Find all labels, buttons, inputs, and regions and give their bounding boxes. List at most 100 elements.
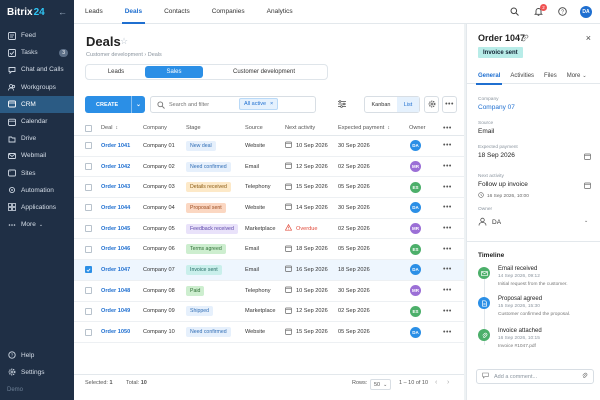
tab-deals[interactable]: Deals — [114, 0, 153, 24]
row-checkbox[interactable] — [85, 163, 92, 171]
owner-avatar[interactable]: DA — [410, 326, 421, 338]
owner-avatar[interactable]: DA — [410, 264, 421, 276]
timeline-item-note[interactable]: Invoice #1047.pdf — [498, 344, 536, 349]
owner-avatar[interactable]: MR — [410, 223, 421, 235]
owner-avatar[interactable]: MR — [410, 161, 421, 173]
tab-general[interactable]: General — [473, 68, 505, 85]
comment-input[interactable]: Add a comment... — [476, 369, 594, 384]
columns-menu-icon[interactable]: ••• — [443, 125, 452, 132]
row-menu-icon[interactable]: ••• — [443, 287, 452, 294]
filter-chip[interactable]: All active × — [239, 98, 279, 110]
deal-link[interactable]: Order 1048 — [101, 288, 130, 294]
deal-link[interactable]: Order 1041 — [101, 143, 130, 149]
stage-badge[interactable]: Details received — [186, 182, 231, 193]
collapse-sidebar-icon[interactable]: ← — [58, 7, 67, 17]
more-actions-button[interactable]: ••• — [442, 96, 457, 113]
link-icon[interactable] — [521, 34, 529, 42]
table-row[interactable]: Order 1043 Company 03 Details received Tele… — [74, 177, 464, 199]
row-checkbox[interactable] — [85, 266, 92, 274]
sidebar-item-automation[interactable]: Automation — [0, 182, 74, 199]
next-activity-cell[interactable]: 18 Sep 2026 — [285, 245, 328, 254]
table-row[interactable]: Order 1042 Company 02 Need confirmed Email 1… — [74, 157, 464, 178]
col-next-activity[interactable]: Next activity — [285, 125, 315, 131]
bell-icon[interactable]: 2 — [532, 3, 547, 18]
deal-link[interactable]: Order 1047 — [101, 267, 130, 273]
close-icon[interactable]: × — [270, 101, 273, 107]
owner-avatar[interactable]: MR — [410, 285, 421, 297]
row-menu-icon[interactable]: ••• — [443, 246, 452, 253]
brand-logo[interactable]: Bitrix 24 ← — [0, 0, 74, 24]
chevron-down-icon[interactable]: ⌄ — [584, 218, 591, 225]
sidebar-item-webmail[interactable]: Webmail — [0, 147, 74, 164]
row-checkbox[interactable] — [85, 328, 92, 336]
row-menu-icon[interactable]: ••• — [443, 225, 452, 232]
next-activity-cell[interactable]: 10 Sep 2026 — [285, 286, 328, 295]
segment-customer-development[interactable]: Customer development — [203, 66, 325, 78]
view-list[interactable]: List — [397, 97, 419, 112]
sidebar-item-crm[interactable]: CRM — [0, 95, 74, 113]
create-button[interactable]: CREATE ⌄ — [85, 96, 145, 113]
stage-badge[interactable]: Proposal sent — [186, 202, 226, 213]
tab-leads[interactable]: Leads — [74, 0, 114, 24]
col-company[interactable]: Company — [143, 125, 167, 131]
segment-sales[interactable]: Sales — [145, 66, 203, 78]
attachment-icon[interactable] — [581, 372, 588, 381]
row-checkbox[interactable] — [85, 287, 92, 295]
col-source[interactable]: Source — [245, 125, 263, 131]
calendar-icon[interactable] — [584, 182, 591, 189]
view-kanban[interactable]: Kanban — [365, 97, 397, 112]
sidebar-item-chat[interactable]: Chat and Calls — [0, 61, 74, 78]
table-row[interactable]: Order 1048 Company 08 Paid Telephony 10 Sep … — [74, 281, 464, 302]
tab-analytics[interactable]: Analytics — [256, 0, 304, 24]
stage-badge[interactable]: Need confirmed — [186, 161, 231, 172]
owner-avatar[interactable]: ES — [410, 243, 421, 255]
next-activity-cell[interactable]: 15 Sep 2026 — [285, 328, 328, 337]
sidebar-item-more[interactable]: More ⌄ — [0, 216, 74, 233]
owner-avatar[interactable]: ES — [410, 181, 421, 193]
next-page-icon[interactable]: › — [447, 379, 449, 386]
col-expected-payment[interactable]: Expected payment ↕ — [338, 125, 390, 131]
next-activity-cell[interactable]: 10 Sep 2026 — [285, 141, 328, 150]
table-row[interactable]: Order 1049 Company 09 Shipped Marketplace 12… — [74, 302, 464, 323]
row-checkbox[interactable] — [85, 245, 92, 253]
calendar-icon[interactable] — [584, 153, 591, 160]
row-menu-icon[interactable]: ••• — [443, 142, 452, 149]
stage-badge[interactable]: Terms agreed — [186, 244, 226, 255]
row-menu-icon[interactable]: ••• — [443, 163, 452, 170]
deal-link[interactable]: Order 1046 — [101, 246, 130, 252]
table-row[interactable]: Order 1045 Company 05 Feedback received Mar… — [74, 219, 464, 240]
row-checkbox[interactable] — [85, 225, 92, 233]
tab-more[interactable]: More ⌄ — [562, 68, 592, 84]
col-stage[interactable]: Stage — [186, 125, 201, 131]
owner-avatar[interactable]: ES — [410, 305, 421, 317]
segment-leads[interactable]: Leads — [87, 66, 145, 78]
sidebar-item-settings[interactable]: Settings — [0, 364, 74, 381]
owner-field[interactable]: DA — [478, 217, 501, 228]
row-checkbox[interactable] — [85, 307, 92, 315]
deal-link[interactable]: Order 1042 — [101, 164, 130, 170]
star-icon[interactable]: ☆ — [120, 36, 128, 47]
table-row[interactable]: Order 1041 Company 01 New deal Website 10 Se… — [74, 136, 464, 157]
table-row[interactable]: Order 1047 Company 07 Invoice sent Email 16 … — [74, 260, 464, 281]
next-activity-cell[interactable]: Overdue — [284, 223, 317, 233]
tab-activities[interactable]: Activities — [505, 68, 539, 84]
row-menu-icon[interactable]: ••• — [443, 329, 452, 336]
next-activity-cell[interactable]: 16 Sep 2026 — [285, 265, 328, 274]
prev-page-icon[interactable]: ‹ — [435, 379, 437, 386]
deal-link[interactable]: Order 1044 — [101, 205, 130, 211]
help-icon[interactable]: ? — [556, 6, 568, 18]
tab-contacts[interactable]: Contacts — [153, 0, 201, 24]
col-deal[interactable]: Deal ↕ — [101, 125, 118, 131]
user-avatar[interactable]: DA — [580, 5, 592, 18]
row-checkbox[interactable] — [85, 142, 92, 150]
sidebar-item-workgroups[interactable]: Workgroups — [0, 79, 74, 96]
sidebar-item-drive[interactable]: Drive — [0, 130, 74, 147]
sidebar-item-feed[interactable]: Feed — [0, 27, 74, 44]
row-menu-icon[interactable]: ••• — [443, 308, 452, 315]
company-value[interactable]: Company 07 — [478, 104, 515, 111]
rows-per-page-select[interactable]: 50 ⌄ — [370, 379, 392, 390]
settings-button[interactable] — [424, 96, 439, 113]
stage-badge[interactable]: Paid — [186, 285, 205, 296]
next-activity-cell[interactable]: 12 Sep 2026 — [285, 162, 328, 171]
table-row[interactable]: Order 1044 Company 04 Proposal sent Website… — [74, 198, 464, 219]
